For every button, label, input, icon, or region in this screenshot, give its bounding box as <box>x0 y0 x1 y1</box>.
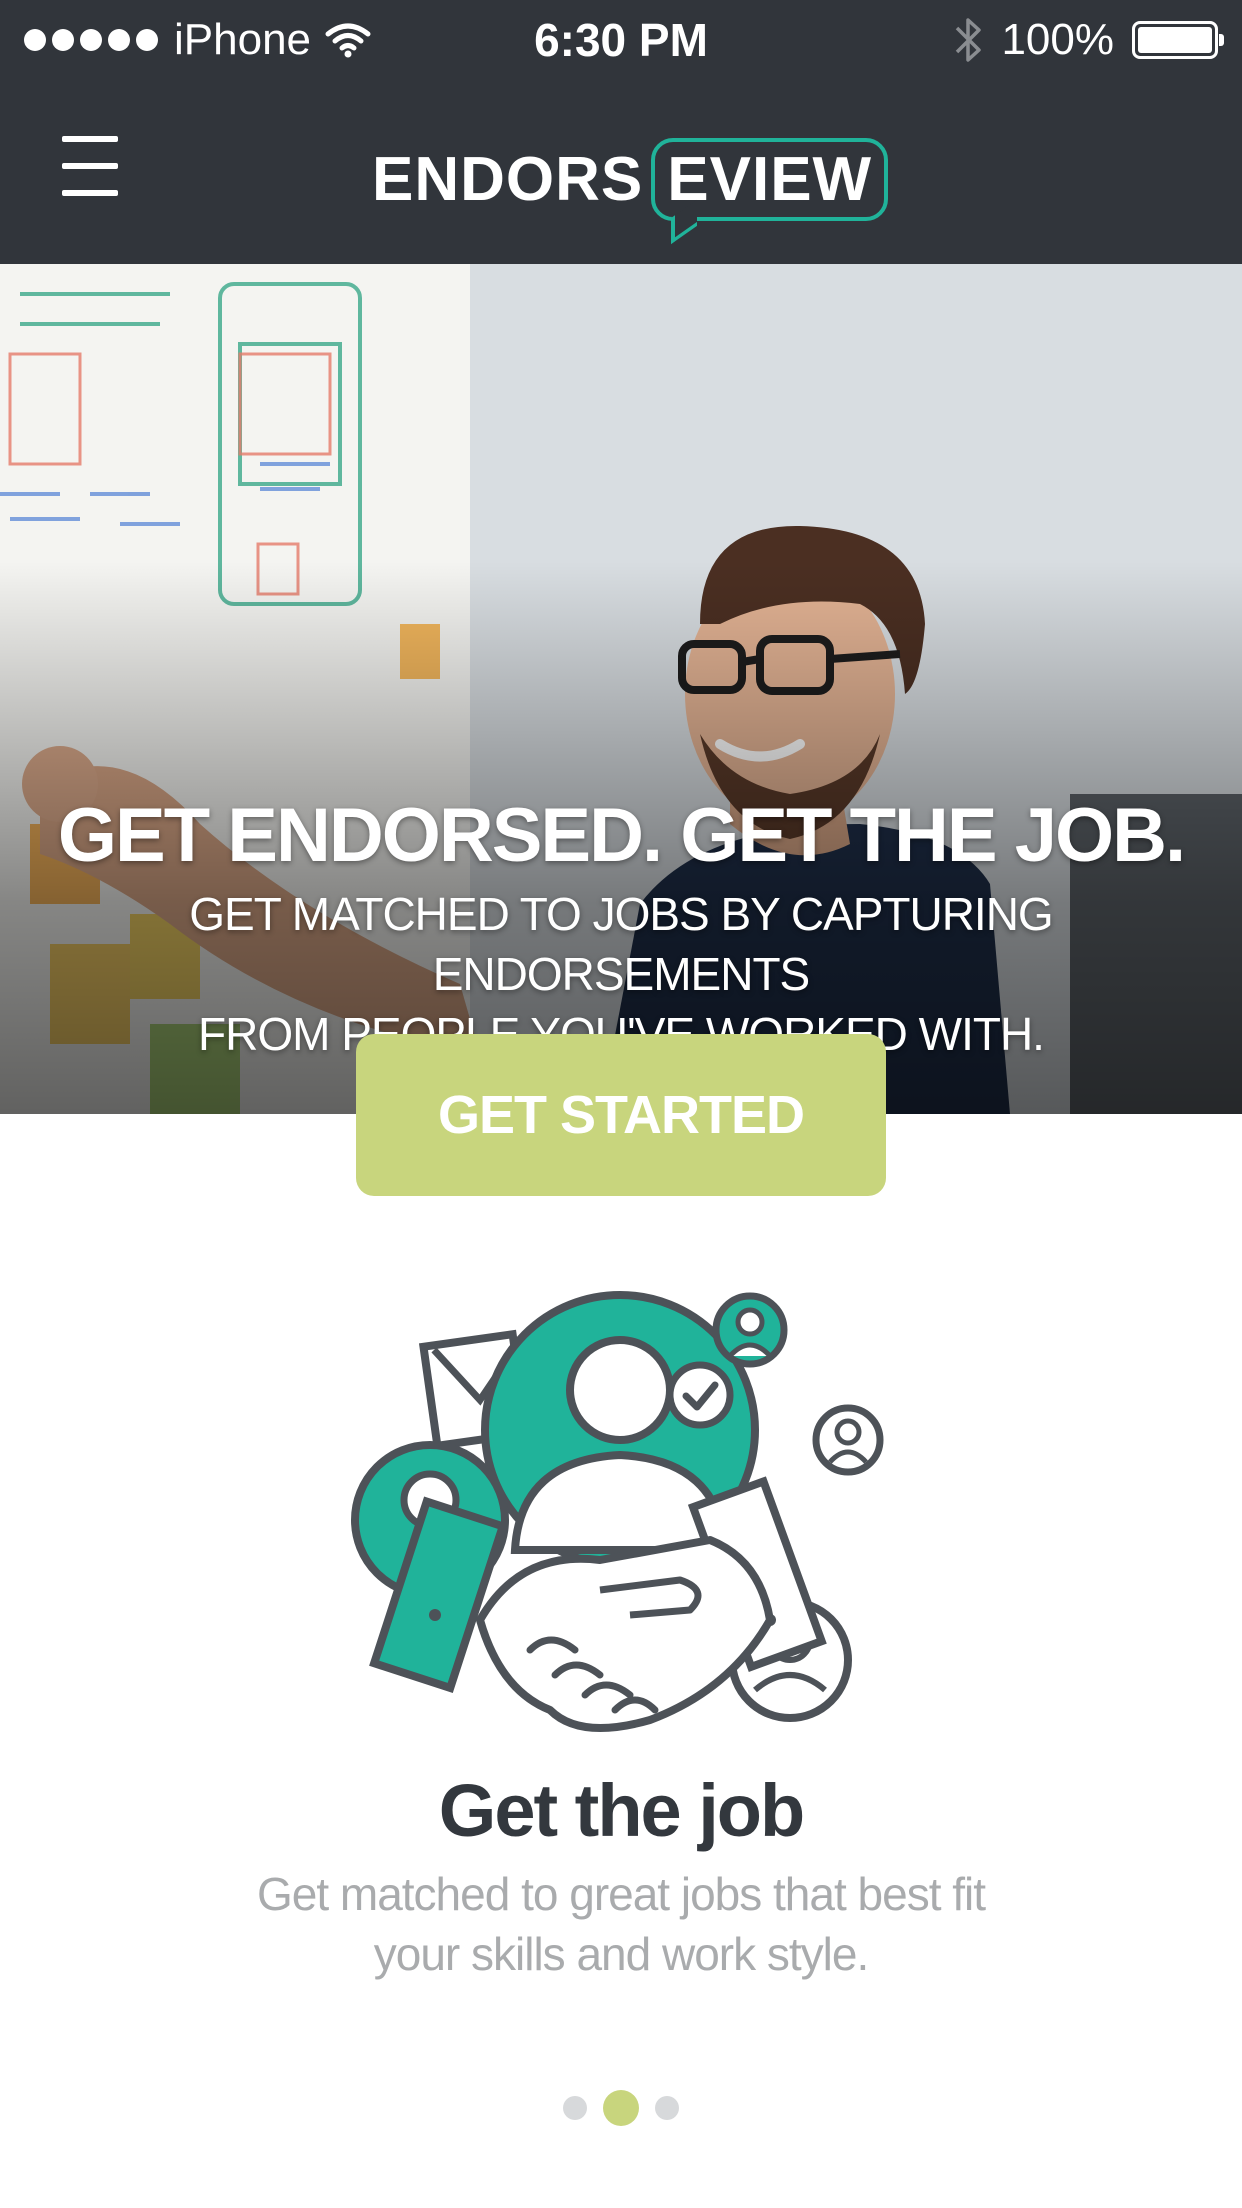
hero-banner: GET ENDORSED. GET THE JOB. GET MATCHED T… <box>0 264 1242 1114</box>
bluetooth-icon <box>956 18 982 62</box>
hero-subtitle-line-1: GET MATCHED TO JOBS BY CAPTURING ENDORSE… <box>189 888 1053 1000</box>
feature-description-line-1: Get matched to great jobs that best fit <box>256 1868 986 1920</box>
user-outline-icon <box>812 1404 884 1476</box>
pager-dot-1[interactable] <box>563 2096 587 2120</box>
logo-text-bubble: EVIEW <box>651 137 889 221</box>
feature-description-line-2: your skills and work style. <box>373 1928 870 1980</box>
logo-text-primary: ENDORS <box>372 144 644 214</box>
get-started-button[interactable]: GET STARTED <box>356 1034 886 1196</box>
battery-icon <box>1132 21 1224 59</box>
checkmark-icon <box>666 1361 734 1429</box>
feature-title: Get the job <box>438 1769 805 1852</box>
battery-percentage: 100% <box>1001 15 1114 64</box>
handshake-illustration <box>351 1291 884 1732</box>
status-right: 100% <box>953 0 1224 80</box>
feature-description: Get matched to great jobs that best fit … <box>0 1864 1242 1984</box>
pager-dot-3[interactable] <box>655 2096 679 2120</box>
app-logo[interactable]: ENDORS EVIEW <box>372 136 889 222</box>
status-bar: iPhone 6:30 PM 100% <box>0 0 1242 80</box>
menu-icon[interactable] <box>62 136 118 196</box>
pager-dot-2-active[interactable] <box>603 2090 639 2126</box>
carousel-pager <box>0 2090 1242 2126</box>
top-nav-bar: ENDORS EVIEW <box>0 80 1242 264</box>
hero-title: GET ENDORSED. GET THE JOB. <box>57 793 1186 878</box>
user-avatar-icon <box>712 1292 788 1368</box>
